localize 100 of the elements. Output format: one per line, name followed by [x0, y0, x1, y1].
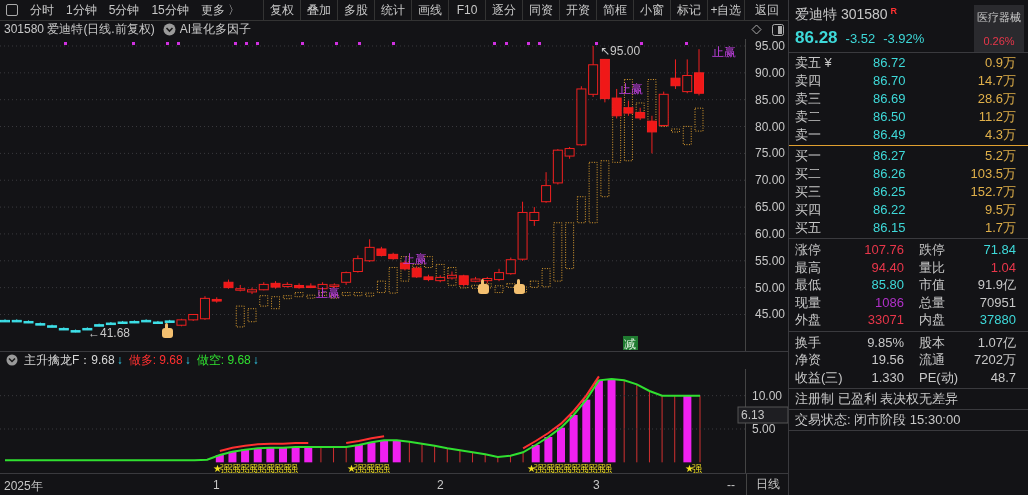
axis-label: 65.00: [755, 199, 786, 214]
axis-label: 5.00: [752, 421, 776, 436]
period-tab[interactable]: 更多 〉: [200, 1, 241, 19]
status-note: 注册制 已盈利 表决权无差异: [789, 389, 1028, 410]
histogram-bar: [266, 447, 275, 462]
price-label: ↖95.00: [600, 43, 641, 58]
stat-label: 股本: [918, 333, 946, 351]
toolbar-button[interactable]: 标记: [670, 0, 707, 20]
dropdown-icon[interactable]: [162, 23, 176, 37]
histogram-bar: [354, 444, 363, 462]
month-label: 2: [437, 477, 444, 492]
panel-icon[interactable]: [772, 23, 784, 36]
stat-value: 107.76: [863, 241, 904, 259]
order-price: 86.70: [873, 73, 907, 89]
down-arrow-icon: ↓: [184, 353, 191, 368]
month-label: 3: [593, 477, 600, 492]
order-label: 卖五 ¥: [795, 55, 833, 71]
toolbar-button[interactable]: 逐分: [485, 0, 522, 20]
histogram-bar: [367, 441, 376, 462]
down-arrow-icon: ↓: [116, 353, 123, 368]
order-volume: 103.5万: [969, 166, 1016, 182]
price-change: -3.52: [845, 31, 876, 46]
candlestick: [541, 171, 552, 203]
histogram-bar: [215, 454, 224, 462]
order-volume: 9.5万: [983, 202, 1016, 218]
stat-value: 71.84: [982, 241, 1016, 259]
stat-label: 内盘: [918, 311, 946, 329]
toolbar-button[interactable]: 叠加: [300, 0, 337, 20]
toolbar-button[interactable]: 开资: [559, 0, 596, 20]
current-value-label: 6.13: [737, 406, 788, 424]
signal-label: ★强强强强: [347, 462, 389, 473]
candlestick: [694, 48, 704, 96]
stat-value: 33071: [866, 311, 904, 329]
order-label: 卖四: [795, 73, 822, 89]
order-volume: 0.9万: [983, 55, 1016, 71]
histogram-bar: [544, 436, 553, 462]
toolbar-button[interactable]: 复权: [263, 0, 300, 20]
toolbar-button[interactable]: +自选: [707, 0, 744, 20]
candlestick: [199, 295, 210, 320]
order-volume: 28.6万: [976, 91, 1016, 107]
toolbar-button[interactable]: 同资: [522, 0, 559, 20]
stat-label: 涨停: [795, 241, 822, 259]
axis-label: 45.00: [755, 307, 786, 322]
axis-label: --: [727, 477, 735, 492]
status-note: 交易状态: 闭市阶段 15:30:00: [789, 410, 1028, 431]
order-label: 买二: [795, 166, 822, 182]
toolbar-button[interactable]: 统计: [374, 0, 411, 20]
axis-label: 85.00: [755, 92, 786, 107]
sector-name: 医疗器械: [977, 10, 1021, 25]
indicator-name[interactable]: AI量化多因子: [179, 21, 252, 39]
order-price: 86.49: [873, 127, 907, 143]
toolbar-button[interactable]: 返回: [744, 0, 788, 20]
stat-value: 91.9亿: [976, 276, 1016, 294]
toolbar-button[interactable]: 多股: [337, 0, 374, 20]
diamond-icon[interactable]: [751, 24, 762, 36]
period-tab[interactable]: 分时: [30, 1, 54, 19]
histogram-bar: [291, 446, 300, 462]
order-price: 86.22: [873, 202, 907, 218]
stat-label: 流通: [918, 351, 946, 369]
histogram-bar: [531, 444, 540, 462]
rating-mark-label: R: [890, 6, 898, 16]
axis-label: 70.00: [755, 172, 786, 187]
histogram-bar: [392, 439, 401, 462]
stat-value: 94.40: [870, 258, 904, 276]
toolbar-button[interactable]: 画线: [411, 0, 448, 20]
stat-value: 48.7: [989, 368, 1016, 386]
chart-title: 301580 爱迪特(日线.前复权): [4, 21, 155, 39]
histogram-bar: [380, 439, 389, 462]
toolbar-button[interactable]: F10: [448, 0, 485, 20]
order-price: 86.15: [873, 220, 907, 236]
indicator-label: 做多: 9.68: [128, 351, 183, 369]
stat-label: 收益(三): [795, 368, 844, 386]
period-tab[interactable]: 5分钟: [108, 1, 140, 19]
sector-card[interactable]: 医疗器械 0.26%: [974, 5, 1024, 52]
stat-label: 跌停: [918, 241, 946, 259]
toolbar-button[interactable]: 简框: [596, 0, 633, 20]
period-button[interactable]: 日线: [746, 473, 788, 495]
stat-label: 换手: [795, 333, 822, 351]
order-price: 86.72: [873, 55, 907, 71]
dropdown-icon[interactable]: [6, 354, 18, 367]
order-volume: 11.2万: [977, 109, 1016, 125]
axis-label: 55.00: [755, 253, 786, 268]
signal-label: ★强强强强强强强强强: [527, 462, 611, 473]
histogram-bar: [228, 451, 237, 462]
order-price: 86.69: [873, 91, 907, 107]
signal-badge: 减: [623, 335, 638, 351]
hand-icon: [478, 278, 489, 294]
order-volume: 4.3万: [983, 127, 1016, 143]
order-volume: 14.7万: [976, 73, 1016, 89]
stat-label: 量比: [918, 258, 946, 276]
toolbar-button[interactable]: 小窗: [633, 0, 670, 20]
stat-value: 1.330: [870, 368, 904, 386]
order-price: 86.26: [873, 166, 907, 182]
axis-label: 50.00: [755, 280, 786, 295]
period-tab[interactable]: 15分钟: [151, 1, 189, 19]
stat-value: 1086: [874, 293, 904, 311]
stop-label: 止赢: [403, 251, 427, 266]
period-tab[interactable]: 1分钟: [66, 1, 97, 19]
panel-toggle-icon[interactable]: [6, 4, 18, 16]
order-price: 86.27: [873, 148, 907, 164]
